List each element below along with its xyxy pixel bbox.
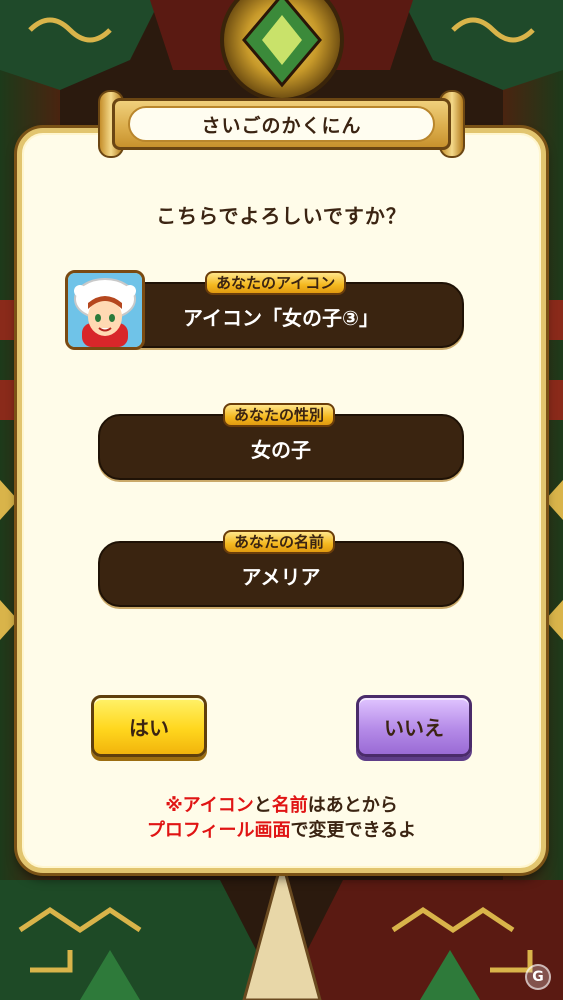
icon-field: あなたのアイコン アイコン「女の子③」 [98, 271, 464, 348]
girl-avatar-icon [65, 270, 145, 350]
note-segment-1-1: と [253, 795, 272, 816]
dialog-title: さいごのかくにん [128, 106, 435, 142]
note-line-2: プロフィール画面で変更できるよ [0, 818, 563, 843]
gamer-logo-icon: G [525, 964, 551, 990]
name-field-value: アメリア [241, 565, 321, 589]
name-field-tag: あなたの名前 [223, 530, 336, 554]
gender-field-value: 女の子 [251, 438, 311, 462]
confirmation-dialog [17, 128, 546, 873]
yes-button[interactable]: はい [91, 695, 207, 757]
note-segment-2-0: プロフィール画面 [146, 820, 291, 841]
no-button[interactable]: いいえ [356, 695, 472, 757]
note-segment-1-3: はあとから [307, 795, 398, 816]
note-line-1: ※アイコンと名前はあとから [0, 793, 563, 818]
icon-field-value: アイコン「女の子③」 [183, 306, 379, 330]
note-segment-1-0: ※アイコン [165, 795, 254, 816]
name-field: あなたの名前 アメリア [98, 530, 464, 607]
gender-field-tag: あなたの性別 [223, 403, 336, 427]
icon-field-tag: あなたのアイコン [205, 271, 347, 295]
confirm-question: こちらでよろしいですか？ [156, 204, 407, 228]
change-later-note: ※アイコンと名前はあとから プロフィール画面で変更できるよ [0, 793, 563, 843]
note-segment-1-2: 名前 [271, 795, 308, 816]
note-segment-2-1: で変更できるよ [290, 820, 417, 841]
title-banner: さいごのかくにん [98, 90, 465, 158]
gender-field: あなたの性別 女の子 [98, 403, 464, 480]
